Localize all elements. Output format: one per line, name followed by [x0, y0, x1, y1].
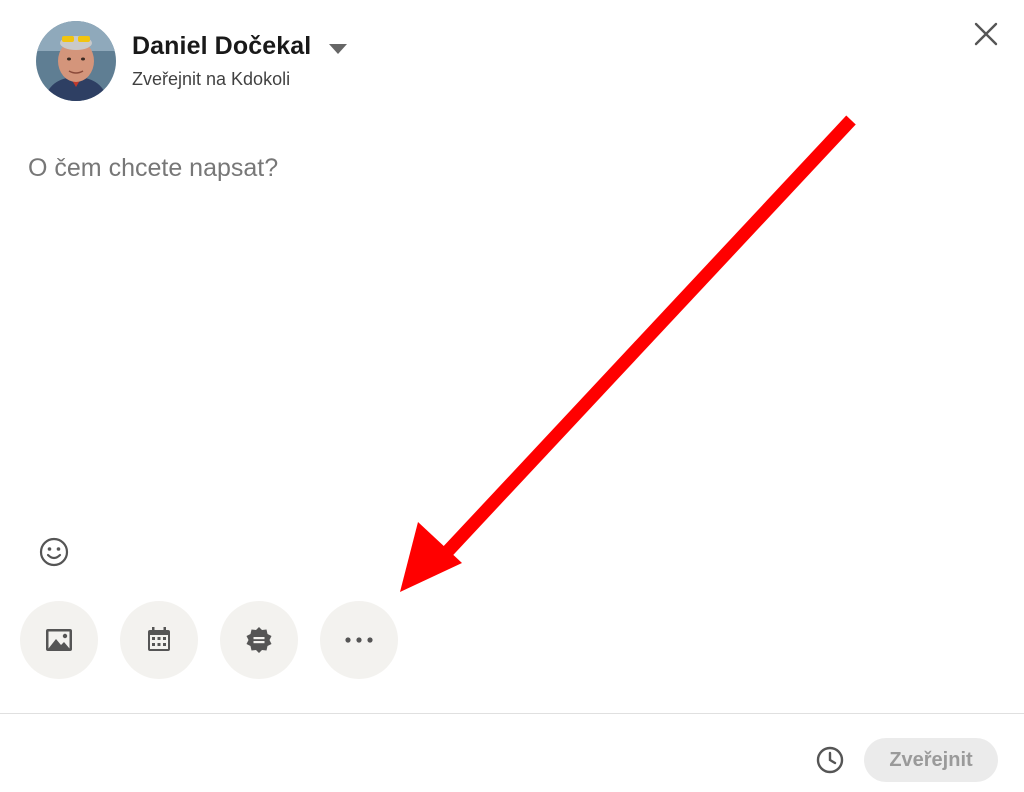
close-icon — [974, 22, 998, 46]
author-selector[interactable]: Daniel Dočekal — [132, 32, 348, 61]
editor-placeholder: O čem chcete napsat? — [28, 154, 279, 182]
add-photo-button[interactable] — [20, 601, 98, 679]
create-event-button[interactable] — [120, 601, 198, 679]
post-button[interactable]: Zveřejnit — [864, 738, 998, 782]
smiley-icon — [39, 537, 69, 567]
calendar-icon — [148, 627, 170, 651]
caret-down-icon — [329, 43, 348, 54]
close-button[interactable] — [966, 14, 1006, 54]
more-options-button[interactable] — [320, 601, 398, 679]
more-icon — [345, 637, 373, 643]
post-text-editor[interactable]: O čem chcete napsat? — [28, 154, 988, 183]
badge-icon — [246, 627, 272, 653]
content-toolbar — [20, 601, 420, 679]
emoji-button[interactable] — [36, 534, 72, 570]
footer-divider — [0, 713, 1024, 714]
clock-icon — [816, 746, 844, 774]
post-composer-dialog: Daniel Dočekal Zveřejnit na Kdokoli O če… — [0, 0, 1024, 792]
avatar — [36, 21, 116, 101]
author-name: Daniel Dočekal — [132, 32, 312, 60]
celebrate-button[interactable] — [220, 601, 298, 679]
schedule-post-button[interactable] — [812, 742, 848, 778]
author-header: Daniel Dočekal Zveřejnit na Kdokoli — [36, 21, 348, 101]
visibility-label[interactable]: Zveřejnit na Kdokoli — [132, 69, 347, 90]
image-icon — [46, 629, 72, 651]
